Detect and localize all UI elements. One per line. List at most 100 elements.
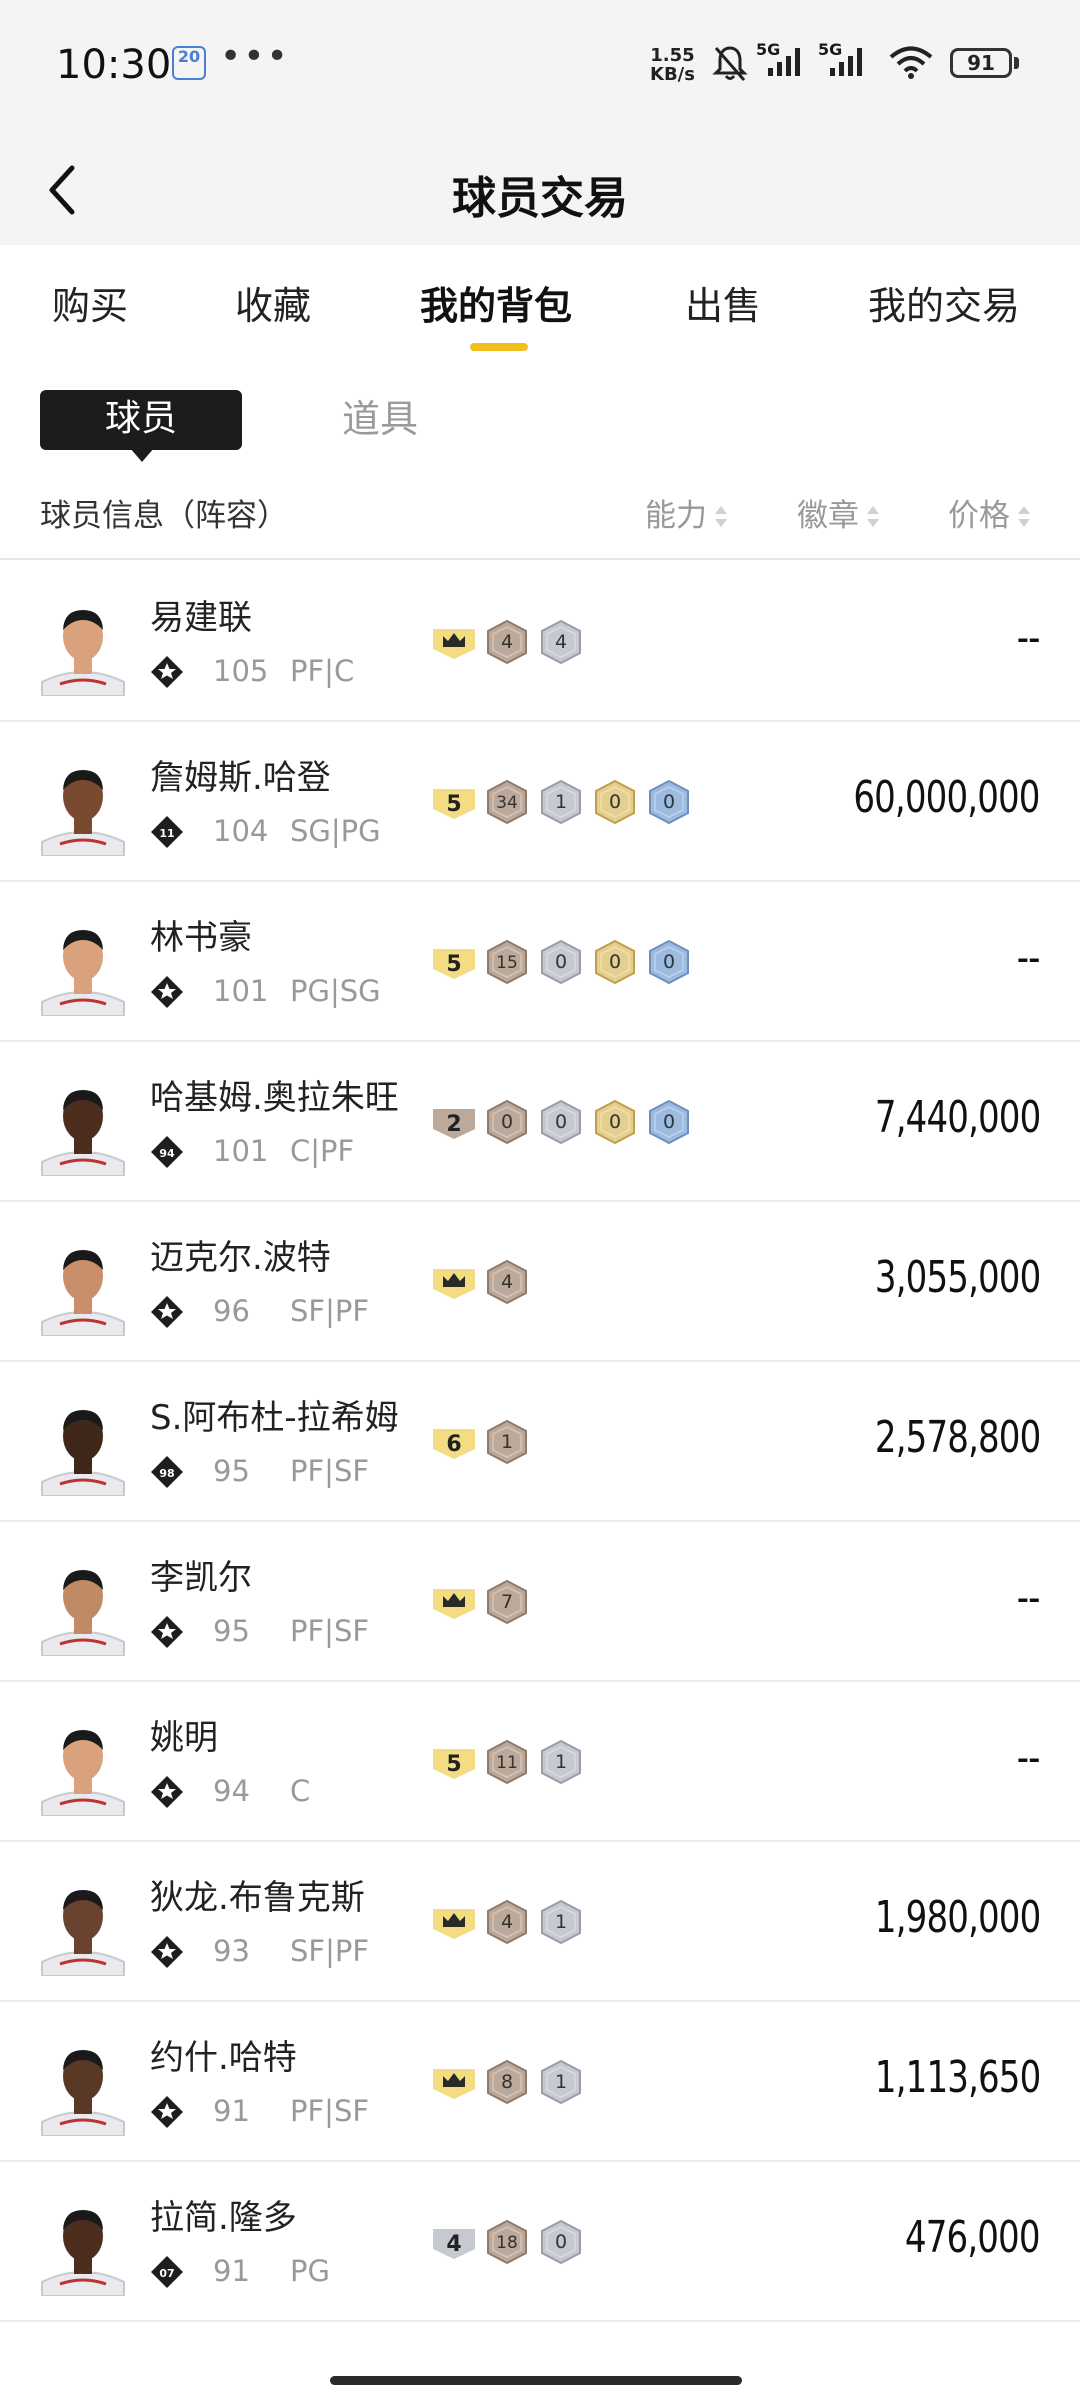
sort-icon [1016,505,1032,531]
badge-count-chip: 18 [487,2219,527,2265]
lineup-badge-icon [151,2096,183,2128]
player-position: PF|SF [290,2094,370,2128]
calendar-icon: 20 [172,46,206,80]
tab-my-trades[interactable]: 我的交易 [868,275,1020,330]
tier-level-value: 6 [446,1432,461,1457]
player-rating: 94 [213,1774,250,1808]
player-row[interactable]: 约什.哈特 91 PF|SF 8 1 1,113,650 [0,2002,1080,2162]
network-speed-value: 1.55 [650,45,695,66]
badge-count-value: 4 [555,631,567,653]
player-position: PF|C [290,654,355,688]
badge-count-chip: 7 [487,1579,527,1625]
tab-favorites[interactable]: 收藏 [235,275,311,330]
segment-items[interactable]: 道具 [342,390,418,448]
badge-count-value: 0 [555,951,567,973]
badge-count-value: 0 [501,1111,513,1133]
lineup-badge-icon: 98 [151,1456,183,1488]
player-rating: 96 [213,1294,250,1328]
badge-count-value: 0 [663,951,675,973]
player-price: -- [1017,612,1041,663]
main-tabs: 购买 收藏 我的背包 出售 我的交易 [0,245,1080,360]
badge-count-chip: 1 [541,1899,581,1945]
network-speed-unit: KB/s [650,64,695,85]
badge-count-value: 1 [555,1911,567,1933]
player-price: -- [1017,932,1041,983]
player-avatar [41,610,125,696]
player-rating: 105 [213,654,269,688]
player-rating: 101 [213,974,269,1008]
crown-tier-icon [433,1589,475,1619]
crown-tier-icon [433,1909,475,1939]
badge-count-chip: 34 [487,779,527,825]
sort-price-label: 价格 [948,498,1010,534]
badge-count-value: 7 [501,1591,513,1613]
player-price: -- [1017,1572,1041,1623]
tier-level-icon: 5 [433,1749,475,1779]
wifi-icon [889,46,933,79]
svg-text:07: 07 [159,2267,174,2280]
player-name: 李凯尔 [150,1558,252,1598]
player-row[interactable]: 狄龙.布鲁克斯 93 SF|PF 4 1 1,980,000 [0,1842,1080,2002]
player-row[interactable]: S.阿布杜-拉希姆 98 95 PF|SF 6 1 2,578,800 [0,1362,1080,1522]
badge-count-chip: 0 [649,1099,689,1145]
lineup-badge-icon: 07 [151,2256,183,2288]
tier-level-value: 5 [446,952,461,977]
player-row[interactable]: 易建联 105 PF|C 4 4 -- [0,562,1080,722]
tab-sell[interactable]: 出售 [685,275,761,330]
player-name: 易建联 [150,598,252,638]
column-player-info: 球员信息（阵容） [40,498,288,534]
player-name: 姚明 [150,1718,218,1758]
tab-buy[interactable]: 购买 [52,275,128,330]
player-position: PF|SF [290,1614,370,1648]
tier-level-icon: 6 [433,1429,475,1459]
lineup-badge-icon [151,1776,183,1808]
home-indicator[interactable] [330,2376,742,2385]
badge-count-value: 4 [501,1911,513,1933]
tab-my-backpack[interactable]: 我的背包 [420,275,572,330]
badge-count-chip: 1 [541,2059,581,2105]
player-position: C [290,1774,311,1808]
player-row[interactable]: 姚明 94 C 5 11 1 -- [0,1682,1080,1842]
lineup-badge-icon [151,976,183,1008]
crown-tier-icon [433,1269,475,1299]
tier-level-icon: 2 [433,1109,475,1139]
segment-players[interactable]: 球员 [40,390,242,450]
player-name: 詹姆斯.哈登 [150,758,331,798]
player-position: SF|PF [290,1934,370,1968]
badge-count-chip: 0 [595,1099,635,1145]
active-tab-indicator [470,343,528,351]
player-rating: 104 [213,814,269,848]
sort-ability-button[interactable]: 能力 [645,490,729,535]
tier-level-value: 4 [446,2232,461,2257]
player-row[interactable]: 迈克尔.波特 96 SF|PF 4 3,055,000 [0,1202,1080,1362]
badge-count-value: 18 [496,2233,518,2253]
column-header: 球员信息（阵容） 能力 徽章 价格 [0,470,1080,560]
player-name: 林书豪 [150,918,252,958]
sort-badge-button[interactable]: 徽章 [797,490,881,535]
player-price: 60,000,000 [853,772,1041,823]
player-name: S.阿布杜-拉希姆 [150,1398,399,1438]
player-rating: 101 [213,1134,269,1168]
player-position: PG [290,2254,330,2288]
player-row[interactable]: 哈基姆.奥拉朱旺 94 101 C|PF 2 0 0 0 0 7,440,000 [0,1042,1080,1202]
tier-level-icon: 4 [433,2229,475,2259]
badge-count-chip: 0 [541,939,581,985]
player-avatar [41,2050,125,2136]
lineup-badge-icon: 94 [151,1136,183,1168]
player-price: 7,440,000 [874,1092,1041,1143]
crown-tier-icon [433,2069,475,2099]
badge-count-chip: 0 [487,1099,527,1145]
player-row[interactable]: 李凯尔 95 PF|SF 7 -- [0,1522,1080,1682]
player-row[interactable]: 詹姆斯.哈登 11 104 SG|PG 5 34 1 0 0 60,000,000 [0,722,1080,882]
tier-level-value: 5 [446,792,461,817]
badge-count-value: 1 [555,791,567,813]
player-row[interactable]: 林书豪 101 PG|SG 5 15 0 0 0 -- [0,882,1080,1042]
badge-count-chip: 0 [649,779,689,825]
badge-count-value: 0 [555,2231,567,2253]
badge-count-value: 0 [663,791,675,813]
badge-count-chip: 0 [595,779,635,825]
player-row[interactable]: 拉简.隆多 07 91 PG 4 18 0 476,000 [0,2162,1080,2322]
sort-price-button[interactable]: 价格 [948,490,1032,535]
player-avatar [41,1730,125,1816]
svg-text:98: 98 [159,1467,174,1480]
